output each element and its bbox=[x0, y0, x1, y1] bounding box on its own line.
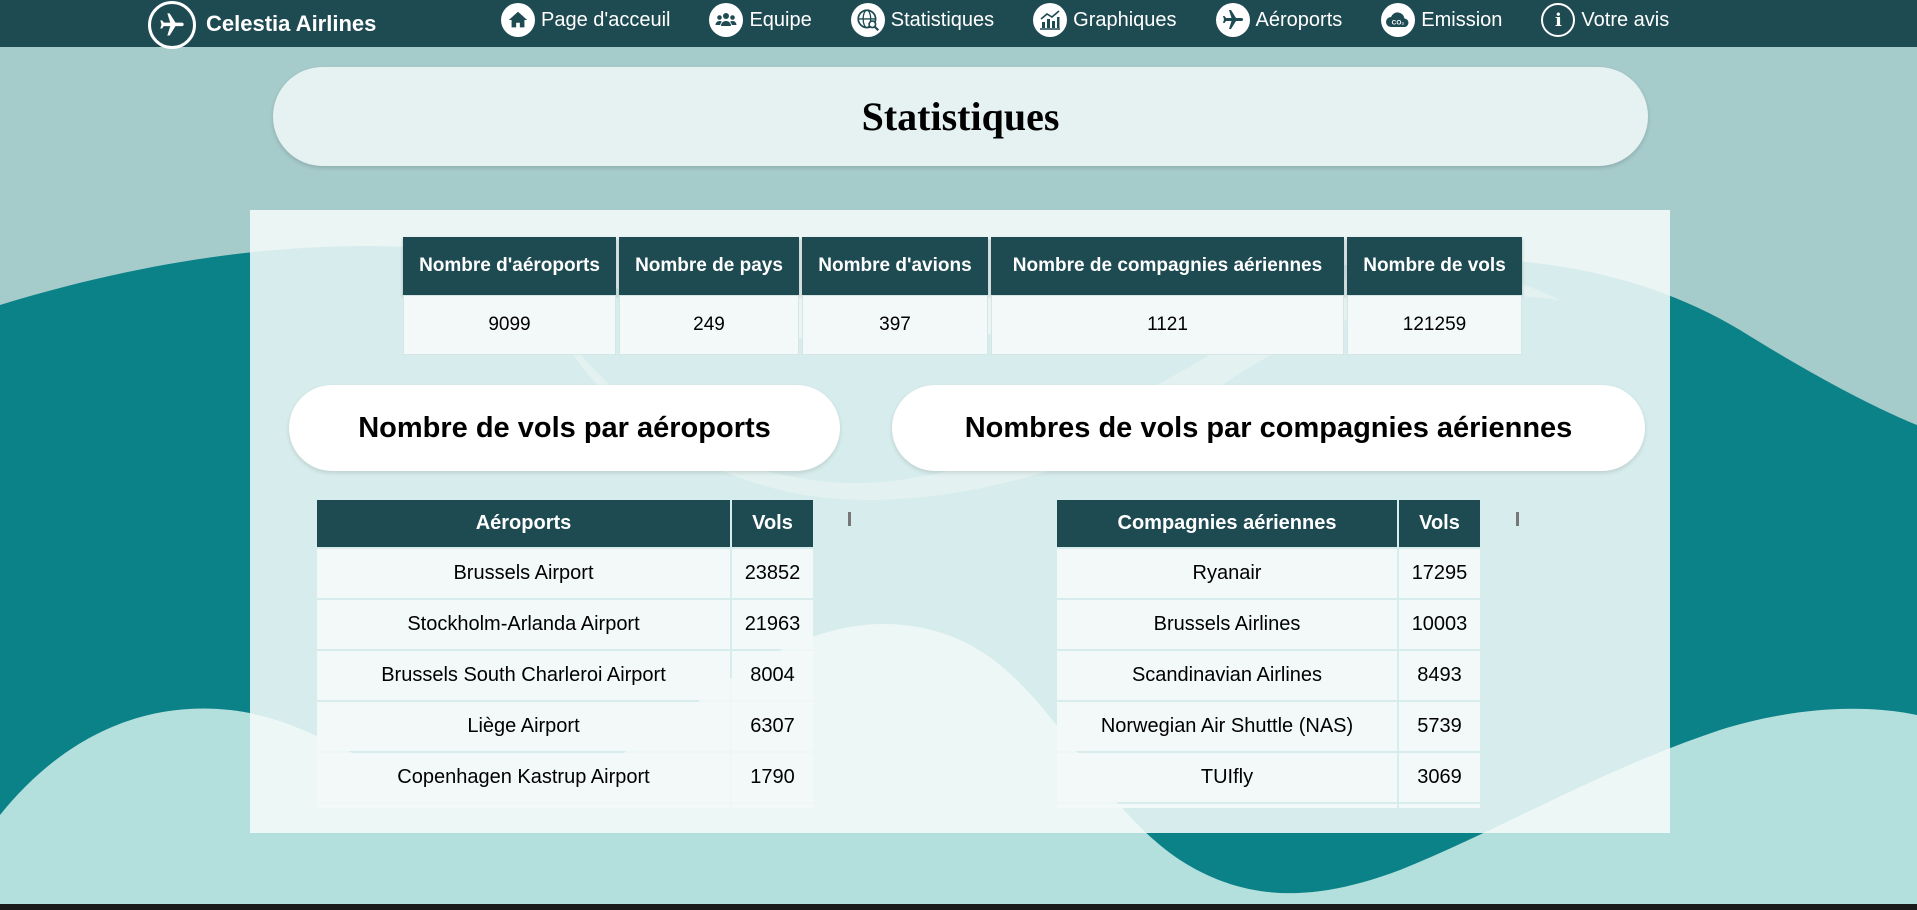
home-icon bbox=[501, 3, 535, 37]
table-row: Brussels South Charleroi Airport 8004 bbox=[317, 651, 813, 700]
flight-count: 8004 bbox=[732, 651, 813, 700]
total-flights-value: 121259 bbox=[1347, 295, 1522, 355]
total-airports-value: 9099 bbox=[403, 295, 616, 355]
airports-scrollbar[interactable] bbox=[848, 512, 851, 526]
svg-text:CO₂: CO₂ bbox=[1392, 20, 1405, 27]
table-row: Copenhagen Kastrup Airport 1790 bbox=[317, 753, 813, 802]
flight-count: 1790 bbox=[732, 753, 813, 802]
nav-item-label: Emission bbox=[1421, 8, 1503, 31]
column-header: Vols bbox=[732, 500, 813, 547]
airports-section-header: Nombre de vols par aéroports bbox=[289, 385, 840, 471]
airport-name: Stockholm-Arlanda Airport bbox=[317, 600, 730, 649]
top-nav-bar: Celestia Airlines Page d'acceuil Equipe … bbox=[0, 0, 1917, 49]
nav-item-label: Graphiques bbox=[1073, 8, 1177, 31]
airports-table: Aéroports Vols Brussels Airport 23852 Sto… bbox=[315, 498, 815, 808]
stats-globe-icon bbox=[850, 3, 885, 37]
flight-count: 6307 bbox=[732, 702, 813, 751]
total-airlines-value: 1121 bbox=[991, 295, 1344, 355]
column-header: Aéroports bbox=[317, 500, 730, 547]
main-menu: Page d'acceuil Equipe Statistiques Graph… bbox=[501, 0, 1708, 40]
table-row: Liège Airport 6307 bbox=[317, 702, 813, 751]
nav-item-airports[interactable]: Aéroports bbox=[1215, 3, 1343, 37]
section-title: Nombre de vols par aéroports bbox=[358, 411, 771, 444]
totals-value-row: 9099 249 397 1121 121259 bbox=[403, 295, 1522, 355]
airline-name: TUIfly bbox=[1057, 753, 1397, 802]
airport-name: Copenhagen Kastrup Airport bbox=[317, 753, 730, 802]
airline-name: Scandinavian Airlines bbox=[1057, 651, 1397, 700]
table-row bbox=[317, 804, 813, 808]
nav-item-charts[interactable]: Graphiques bbox=[1033, 3, 1177, 37]
nav-item-feedback[interactable]: i Votre avis bbox=[1541, 3, 1669, 37]
column-header: Vols bbox=[1399, 500, 1480, 547]
table-row: Brussels Airport 23852 bbox=[317, 549, 813, 598]
table-row bbox=[1057, 804, 1480, 808]
column-header: Compagnies aériennes bbox=[1057, 500, 1397, 547]
flight-count: 5739 bbox=[1399, 702, 1480, 751]
nav-item-statistics[interactable]: Statistiques bbox=[850, 3, 995, 37]
nav-item-label: Votre avis bbox=[1581, 8, 1670, 31]
flight-count: 3069 bbox=[1399, 753, 1480, 802]
column-header: Nombre d'aéroports bbox=[403, 237, 616, 295]
column-header: Nombre de pays bbox=[619, 237, 799, 295]
team-icon bbox=[709, 3, 744, 37]
airports-table-scroll[interactable]: Aéroports Vols Brussels Airport 23852 Sto… bbox=[315, 498, 815, 808]
brand[interactable]: Celestia Airlines bbox=[148, 0, 377, 49]
page-title-banner: Statistiques bbox=[273, 67, 1648, 166]
table-row: Brussels Airlines 10003 bbox=[1057, 600, 1480, 649]
flight-count: 17295 bbox=[1399, 549, 1480, 598]
table-header-row: Compagnies aériennes Vols bbox=[1057, 500, 1480, 547]
brand-name: Celestia Airlines bbox=[206, 10, 377, 36]
nav-item-team[interactable]: Equipe bbox=[709, 3, 812, 37]
airlines-scrollbar[interactable] bbox=[1516, 512, 1519, 526]
flight-count: 8493 bbox=[1399, 651, 1480, 700]
nav-item-label: Aéroports bbox=[1255, 8, 1343, 31]
column-header: Nombre de vols bbox=[1347, 237, 1522, 295]
co2-cloud-icon: CO₂ bbox=[1381, 3, 1416, 37]
airport-name: Liège Airport bbox=[317, 702, 730, 751]
flight-count: 21963 bbox=[732, 600, 813, 649]
total-countries-value: 249 bbox=[619, 295, 799, 355]
flight-count: 10003 bbox=[1399, 600, 1480, 649]
nav-item-label: Statistiques bbox=[890, 8, 995, 31]
total-aircraft-value: 397 bbox=[802, 295, 988, 355]
table-row: Ryanair 17295 bbox=[1057, 549, 1480, 598]
table-header-row: Aéroports Vols bbox=[317, 500, 813, 547]
nav-item-home[interactable]: Page d'acceuil bbox=[501, 3, 670, 37]
column-header: Nombre d'avions bbox=[802, 237, 988, 295]
chart-icon bbox=[1033, 3, 1068, 37]
totals-header-row: Nombre d'aéroports Nombre de pays Nombre… bbox=[403, 237, 1522, 295]
airline-name: Ryanair bbox=[1057, 549, 1397, 598]
totals-table: Nombre d'aéroports Nombre de pays Nombre… bbox=[400, 237, 1525, 355]
nav-item-label: Equipe bbox=[749, 8, 812, 31]
section-title: Nombres de vols par compagnies aériennes bbox=[964, 411, 1573, 444]
airline-name: Norwegian Air Shuttle (NAS) bbox=[1057, 702, 1397, 751]
nav-item-label: Page d'acceuil bbox=[541, 8, 671, 31]
flight-count: 23852 bbox=[732, 549, 813, 598]
table-row: Scandinavian Airlines 8493 bbox=[1057, 651, 1480, 700]
page-title: Statistiques bbox=[861, 94, 1060, 139]
column-header: Nombre de compagnies aériennes bbox=[991, 237, 1344, 295]
airlines-table: Compagnies aériennes Vols Ryanair 17295 B… bbox=[1055, 498, 1482, 808]
table-row: TUIfly 3069 bbox=[1057, 753, 1480, 802]
table-row: Stockholm-Arlanda Airport 21963 bbox=[317, 600, 813, 649]
plane-icon bbox=[1215, 3, 1250, 37]
nav-item-emission[interactable]: CO₂ Emission bbox=[1381, 3, 1502, 37]
info-icon: i bbox=[1541, 3, 1576, 37]
airlines-section-header: Nombres de vols par compagnies aériennes bbox=[892, 385, 1645, 471]
table-row: Norwegian Air Shuttle (NAS) 5739 bbox=[1057, 702, 1480, 751]
airline-name: Brussels Airlines bbox=[1057, 600, 1397, 649]
plane-logo-icon bbox=[148, 0, 196, 49]
airport-name: Brussels Airport bbox=[317, 549, 730, 598]
airlines-table-scroll[interactable]: Compagnies aériennes Vols Ryanair 17295 B… bbox=[1055, 498, 1485, 808]
airport-name: Brussels South Charleroi Airport bbox=[317, 651, 730, 700]
